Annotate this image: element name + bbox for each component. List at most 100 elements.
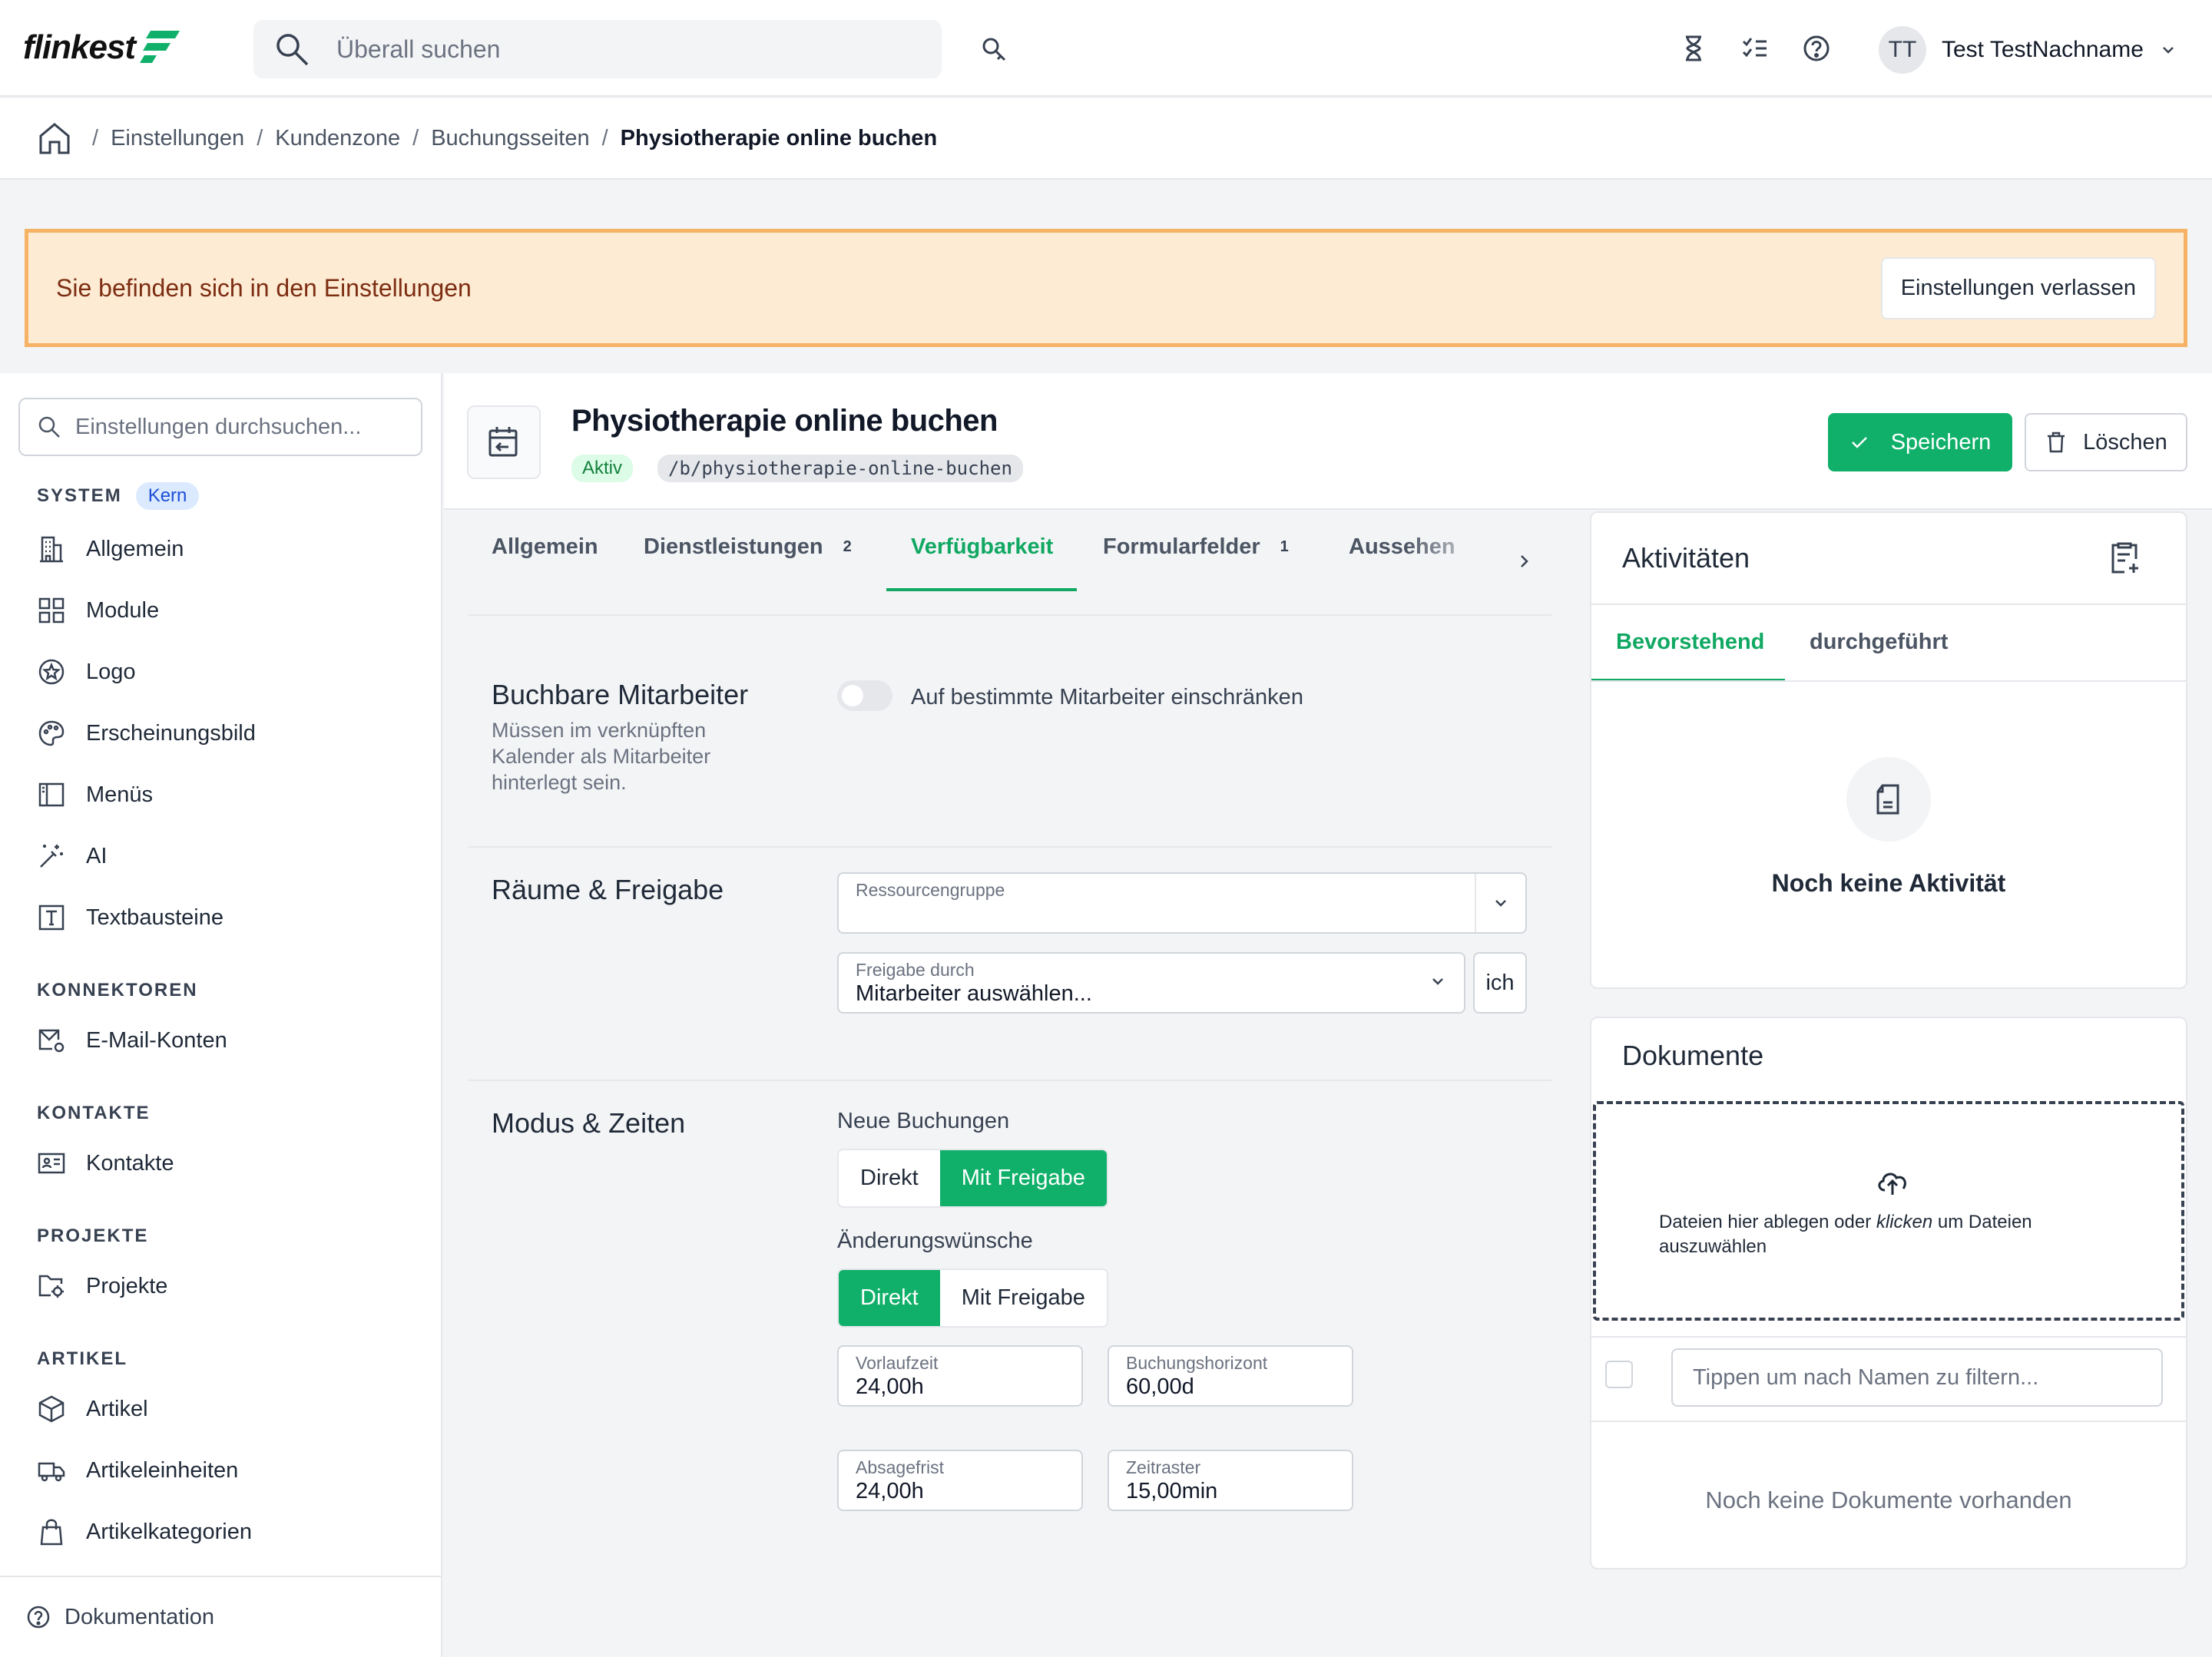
new-bookings-direkt-option[interactable]: Direkt — [839, 1150, 940, 1206]
sidebar-item-label: Kontakte — [86, 1150, 174, 1176]
filter-placeholder: Tippen um nach Namen zu filtern... — [1693, 1364, 2039, 1390]
logo-text: flinkest — [23, 28, 136, 66]
booking-page-icon-box — [467, 405, 541, 479]
sidebar-item-label: Artikelkategorien — [86, 1519, 252, 1544]
sidebar-layout-icon — [38, 782, 65, 807]
breadcrumb-kundenzone[interactable]: Kundenzone — [275, 126, 400, 151]
advanced-search-icon[interactable] — [980, 35, 1008, 63]
restrict-staff-toggle[interactable] — [837, 680, 892, 711]
field-label: Zeitraster — [1126, 1457, 1201, 1477]
tab-dienstleistungen[interactable]: Dienstleistungen 2 — [644, 534, 852, 560]
settings-search-input[interactable]: Einstellungen durchsuchen... — [18, 398, 422, 456]
task-list-icon[interactable] — [1740, 34, 1770, 63]
sidebar-item-allgemein[interactable]: Allgemein — [37, 534, 184, 564]
activities-title: Aktivitäten — [1622, 542, 1750, 574]
breadcrumb-buchungsseiten[interactable]: Buchungsseiten — [431, 126, 589, 151]
field-value: 60,00d — [1126, 1374, 1194, 1399]
field-value: 15,00min — [1126, 1479, 1218, 1503]
field-label: Vorlaufzeit — [856, 1353, 939, 1373]
new-bookings-freigabe-option[interactable]: Mit Freigabe — [939, 1150, 1107, 1206]
hourglass-icon[interactable] — [1679, 34, 1708, 63]
text-box-icon — [38, 905, 65, 931]
sidebar-item-module[interactable]: Module — [37, 596, 159, 625]
magic-wand-icon — [40, 845, 63, 868]
sidebar-item-label: Erscheinungsbild — [86, 720, 256, 746]
page-header: Physiotherapie online buchen Aktiv /b/ph… — [444, 373, 2212, 510]
sidebar-item-artikelkategorien[interactable]: Artikelkategorien — [37, 1517, 252, 1546]
time-grid-input[interactable]: Zeitraster 15,00min — [1108, 1450, 1353, 1511]
sidebar-item-email[interactable]: E-Mail-Konten — [37, 1026, 227, 1055]
tab-verfuegbarkeit[interactable]: Verfügbarkeit — [911, 534, 1053, 560]
sidebar-item-artikel[interactable]: Artikel — [37, 1394, 148, 1424]
breadcrumb-einstellungen[interactable]: Einstellungen — [111, 126, 244, 151]
section-label: KONTAKTE — [37, 1103, 151, 1123]
sidebar-item-label: Projekte — [86, 1273, 168, 1298]
calendar-arrow-icon — [488, 427, 518, 457]
field-label: Freigabe durch — [856, 960, 975, 980]
change-requests-direkt-option[interactable]: Direkt — [839, 1270, 940, 1326]
field-label: Buchungshorizont — [1126, 1353, 1268, 1373]
field-label: Ressourcengruppe — [856, 880, 1005, 900]
tab-label: Formularfelder — [1103, 534, 1260, 559]
delete-button[interactable]: Löschen — [2025, 413, 2187, 471]
add-activity-icon[interactable] — [2106, 539, 2143, 576]
documentation-link[interactable]: Dokumentation — [0, 1576, 441, 1657]
chevron-down-icon — [2163, 47, 2174, 54]
sidebar-item-textbausteine[interactable]: Textbausteine — [37, 903, 224, 932]
badge-star-icon — [38, 659, 65, 685]
sidebar-item-erscheinungsbild[interactable]: Erscheinungsbild — [37, 719, 256, 748]
new-bookings-label: Neue Buchungen — [837, 1109, 1010, 1133]
settings-notice: Sie befinden sich in den Einstellungen E… — [25, 229, 2187, 347]
section-artikel: ARTIKEL — [37, 1348, 127, 1370]
cube-icon — [38, 1395, 65, 1423]
cancellation-deadline-input[interactable]: Absagefrist 24,00h — [837, 1450, 1083, 1511]
empty-document-icon — [1846, 757, 1931, 842]
sidebar-item-label: AI — [86, 843, 108, 868]
tab-upcoming[interactable]: Bevorstehend — [1616, 630, 1764, 655]
tab-scroll-right-icon[interactable] — [1515, 551, 1535, 571]
tab-bar: Allgemein Dienstleistungen 2 Verfügbarke… — [469, 511, 1551, 616]
tab-formularfelder[interactable]: Formularfelder 1 — [1103, 534, 1289, 560]
field-value: 24,00h — [856, 1479, 924, 1503]
top-bar: flinkest Überall suchen TT Test TestNach… — [0, 0, 2212, 97]
truck-icon — [38, 1462, 65, 1482]
user-menu[interactable]: TT Test TestNachname — [1879, 26, 2177, 74]
tab-label: Allgemein — [492, 534, 598, 559]
app-logo[interactable]: flinkest — [23, 26, 181, 69]
divider — [469, 1080, 1551, 1081]
chevron-down-icon — [1429, 972, 1447, 991]
select-all-checkbox[interactable] — [1605, 1361, 1633, 1388]
cloud-upload-icon — [1876, 1166, 1909, 1196]
home-icon[interactable] — [37, 121, 72, 156]
tab-done[interactable]: durchgeführt — [1810, 630, 1948, 655]
tab-allgemein[interactable]: Allgemein — [492, 534, 598, 560]
field-value: Mitarbeiter auswählen... — [856, 981, 1092, 1006]
lead-time-input[interactable]: Vorlaufzeit 24,00h — [837, 1345, 1083, 1407]
sidebar-item-logo[interactable]: Logo — [37, 657, 136, 686]
activities-empty-text: Noch keine Aktivität — [1771, 869, 2006, 897]
sidebar-item-menus[interactable]: Menüs — [37, 780, 153, 809]
sidebar-item-ai[interactable]: AI — [37, 842, 107, 871]
trash-icon — [2048, 432, 2065, 453]
assign-me-button[interactable]: ich — [1473, 952, 1527, 1014]
breadcrumb-current: Physiotherapie online buchen — [620, 125, 938, 150]
restrict-staff-label: Auf bestimmte Mitarbeiter einschränken — [911, 685, 1303, 709]
approval-by-select[interactable]: Freigabe durch Mitarbeiter auswählen... — [837, 952, 1465, 1014]
sidebar-item-projekte[interactable]: Projekte — [37, 1272, 167, 1301]
section-label: SYSTEM — [37, 485, 122, 506]
help-icon[interactable] — [1802, 34, 1831, 63]
sidebar-item-artikeleinheiten[interactable]: Artikeleinheiten — [37, 1456, 238, 1485]
exit-settings-button[interactable]: Einstellungen verlassen — [1880, 256, 2156, 319]
change-requests-freigabe-option[interactable]: Mit Freigabe — [940, 1270, 1107, 1326]
resource-group-select[interactable]: Ressourcengruppe — [837, 872, 1527, 934]
dropzone-text: Dateien hier ablegen oder klicken um Dat… — [1659, 1212, 2032, 1257]
slug-badge: /b/physiotherapie-online-buchen — [657, 455, 1023, 482]
notice-text: Sie befinden sich in den Einstellungen — [56, 273, 472, 302]
save-button[interactable]: Speichern — [1828, 413, 2012, 471]
global-search-input[interactable]: Überall suchen — [253, 20, 942, 78]
file-dropzone[interactable]: Dateien hier ablegen oder klicken um Dat… — [1593, 1101, 2184, 1321]
sidebar-item-kontakte[interactable]: Kontakte — [37, 1149, 174, 1178]
palette-icon — [38, 720, 65, 746]
booking-horizon-input[interactable]: Buchungshorizont 60,00d — [1108, 1345, 1353, 1407]
document-filter-input[interactable]: Tippen um nach Namen zu filtern... — [1671, 1348, 2163, 1407]
